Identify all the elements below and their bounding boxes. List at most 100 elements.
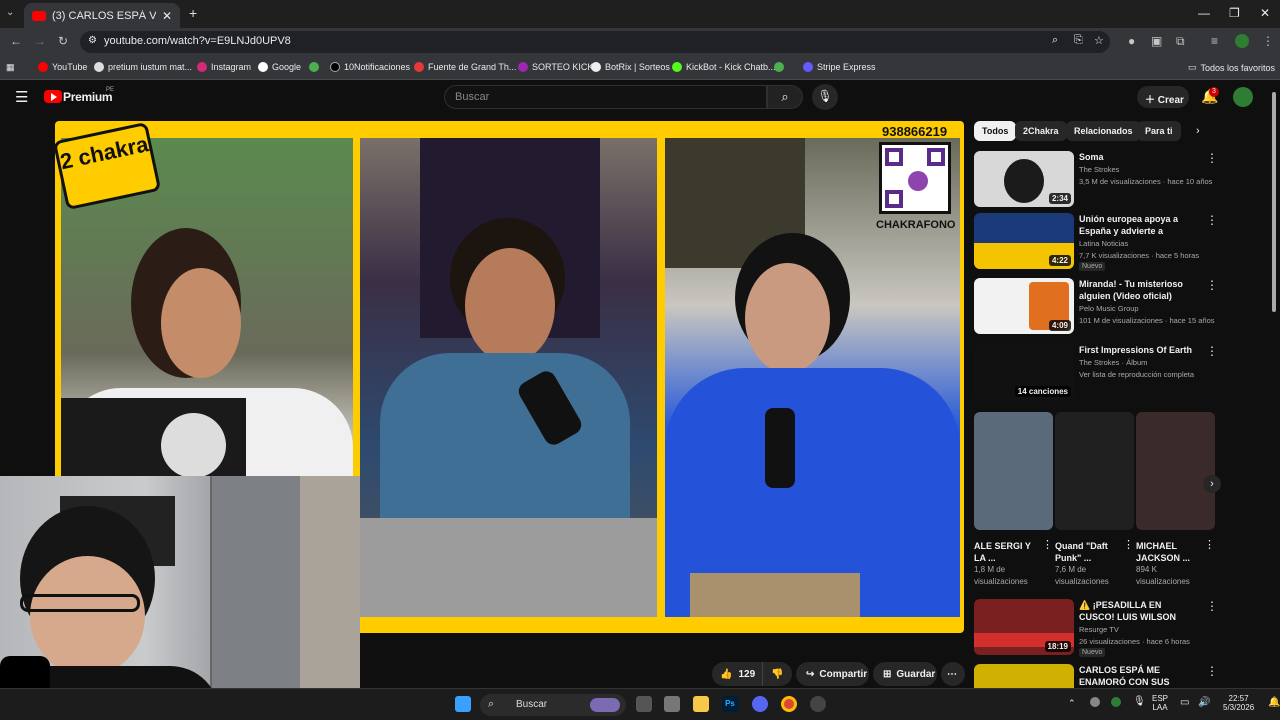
browser-tab[interactable]: (3) CARLOS ESPÁ VUELVE A #2C ✕ bbox=[24, 3, 180, 28]
video-title[interactable]: Miranda! - Tu misterioso alguien (Video … bbox=[1079, 278, 1199, 302]
video-title[interactable]: CARLOS ESPÁ ME ENAMORÓ CON SUS PROPUESTA… bbox=[1079, 664, 1199, 688]
short-title[interactable]: MICHAEL JACKSON ... bbox=[1136, 540, 1198, 564]
like-button[interactable]: 👍 129 bbox=[712, 662, 762, 686]
close-window-icon[interactable]: ✕ bbox=[1260, 6, 1270, 20]
short-title[interactable]: Quand "Daft Punk" ... bbox=[1055, 540, 1117, 564]
chip-relacionados[interactable]: Relacionados bbox=[1066, 121, 1141, 141]
playlist-item[interactable]: 14 canciones First Impressions Of Earth … bbox=[974, 344, 1220, 400]
short-options-icon[interactable]: ⋮ bbox=[1204, 538, 1215, 551]
save-button[interactable]: ⊞ Guardar bbox=[873, 662, 937, 686]
shorts-next-icon[interactable]: › bbox=[1203, 475, 1221, 493]
create-button[interactable]: ＋ Crear bbox=[1137, 86, 1189, 108]
bookmark-kickbot[interactable]: KickBot - Kick Chatb... bbox=[672, 62, 776, 72]
dislike-button[interactable]: 👎 bbox=[762, 662, 792, 686]
bookmark-stripe[interactable]: Stripe Express bbox=[803, 62, 876, 72]
bookmark-star-icon[interactable]: ☆ bbox=[1094, 34, 1104, 47]
bookmark-fuente[interactable]: Fuente de Grand Th... bbox=[414, 62, 516, 72]
all-bookmarks-folder[interactable]: ▭ Todos los favoritos bbox=[1188, 62, 1275, 73]
clock[interactable]: 22:57 5/3/2026 bbox=[1223, 694, 1254, 712]
restore-icon[interactable]: ❐ bbox=[1229, 6, 1240, 20]
bookmark-instagram[interactable]: Instagram bbox=[197, 62, 251, 72]
profile-avatar[interactable] bbox=[1235, 34, 1249, 48]
chrome-menu-icon[interactable]: ⋮ bbox=[1262, 34, 1274, 48]
chip-todos[interactable]: Todos bbox=[974, 121, 1017, 141]
video-options-icon[interactable]: ⋮ bbox=[1206, 344, 1218, 358]
video-title[interactable]: ⚠️ ¡PESADILLA EN CUSCO! LUIS WILSON EXPO… bbox=[1079, 599, 1199, 623]
search-input[interactable]: Buscar bbox=[444, 85, 767, 109]
bookmark-ten[interactable] bbox=[774, 62, 788, 72]
apps-icon[interactable]: ▦ bbox=[6, 62, 15, 73]
channel-name[interactable]: The Strokes bbox=[1079, 165, 1119, 174]
notification-center-icon[interactable]: 🔔 bbox=[1268, 697, 1280, 708]
tray-overflow-icon[interactable]: ⌃ bbox=[1068, 698, 1076, 709]
video-title[interactable]: Soma bbox=[1079, 151, 1199, 163]
channel-name[interactable]: The Strokes · Álbum bbox=[1079, 358, 1147, 367]
chrome-icon[interactable] bbox=[781, 696, 797, 712]
new-tab-button[interactable]: + bbox=[189, 5, 197, 21]
video-options-icon[interactable]: ⋮ bbox=[1206, 664, 1218, 678]
video-options-icon[interactable]: ⋮ bbox=[1206, 599, 1218, 613]
short-thumbnail[interactable] bbox=[974, 412, 1053, 530]
playlist-link[interactable]: Ver lista de reproducción completa bbox=[1079, 370, 1194, 379]
minimize-icon[interactable]: — bbox=[1198, 6, 1210, 20]
short-item[interactable]: ALE SERGI Y LA ... 1,8 M de visualizacio… bbox=[974, 412, 1053, 588]
page-scrollbar[interactable] bbox=[1271, 86, 1277, 676]
voice-search-button[interactable]: 🎙 bbox=[812, 84, 838, 110]
bookmark-x-notifications[interactable]: 10Notificaciones bbox=[330, 62, 410, 72]
extensions-puzzle-icon[interactable]: ▣ bbox=[1151, 34, 1162, 48]
channel-name[interactable]: Resurge TV bbox=[1079, 625, 1119, 634]
channel-name[interactable]: Pelo Music Group bbox=[1079, 304, 1139, 313]
short-options-icon[interactable]: ⋮ bbox=[1042, 538, 1053, 551]
account-avatar[interactable] bbox=[1233, 87, 1253, 107]
video-title[interactable]: Unión europea apoya a España y advierte … bbox=[1079, 213, 1199, 237]
short-options-icon[interactable]: ⋮ bbox=[1123, 538, 1134, 551]
bookmark-youtube[interactable]: YouTube bbox=[38, 62, 87, 72]
video-thumbnail[interactable]: 4:09 bbox=[974, 278, 1074, 334]
video-options-icon[interactable]: ⋮ bbox=[1206, 278, 1218, 292]
hamburger-menu-icon[interactable]: ☰ bbox=[15, 88, 28, 106]
back-icon[interactable]: ← bbox=[10, 34, 22, 48]
playlist-thumbnail[interactable]: 14 canciones bbox=[974, 344, 1074, 400]
tray-app-icon[interactable] bbox=[1090, 697, 1100, 707]
recommendation-item[interactable]: 18:19 ⚠️ ¡PESADILLA EN CUSCO! LUIS WILSO… bbox=[974, 599, 1220, 657]
extensions-menu-icon[interactable]: ⧉ bbox=[1176, 34, 1185, 49]
volume-icon[interactable]: 🔊 bbox=[1198, 697, 1210, 708]
short-item[interactable]: Quand "Daft Punk" ... 7,6 M de visualiza… bbox=[1055, 412, 1134, 588]
channel-name[interactable]: Latina Noticias bbox=[1079, 239, 1128, 248]
windows-start-icon[interactable] bbox=[455, 696, 471, 712]
short-title[interactable]: ALE SERGI Y LA ... bbox=[974, 540, 1036, 564]
more-actions-button[interactable]: ⋯ bbox=[941, 662, 965, 686]
file-explorer-icon[interactable] bbox=[693, 696, 709, 712]
network-icon[interactable]: ▭ bbox=[1180, 697, 1189, 708]
reload-icon[interactable]: ↻ bbox=[58, 34, 68, 48]
bookmark-pretium[interactable]: pretium iustum mat... bbox=[94, 62, 192, 72]
video-thumbnail[interactable]: 2:34 bbox=[974, 151, 1074, 207]
task-view-icon[interactable] bbox=[636, 696, 652, 712]
tab-search-list-icon[interactable]: ≡ bbox=[1211, 34, 1218, 48]
site-info-icon[interactable]: ⚙ bbox=[88, 35, 97, 46]
tray-app-icon[interactable] bbox=[1111, 697, 1121, 707]
close-tab-icon[interactable]: ✕ bbox=[162, 9, 172, 23]
taskbar-search[interactable]: ⌕ Buscar bbox=[480, 694, 626, 716]
photoshop-icon[interactable]: Ps bbox=[722, 696, 738, 712]
bookmark-unnamed[interactable] bbox=[309, 62, 323, 72]
extension-icon[interactable]: ● bbox=[1128, 34, 1135, 48]
microphone-tray-icon[interactable]: 🎙 bbox=[1133, 696, 1146, 707]
short-item[interactable]: MICHAEL JACKSON ... 894 K visualizacione… bbox=[1136, 412, 1215, 588]
chip-2chakra[interactable]: 2Chakra bbox=[1015, 121, 1067, 141]
video-options-icon[interactable]: ⋮ bbox=[1206, 213, 1218, 227]
bookmark-google[interactable]: Google bbox=[258, 62, 301, 72]
zoom-icon[interactable]: ⌕ bbox=[1052, 34, 1058, 47]
install-icon[interactable]: ⎘ bbox=[1074, 34, 1083, 47]
address-bar[interactable]: ⚙ youtube.com/watch?v=E9LNJd0UPV8 ⌕ ⎘ ☆ bbox=[80, 31, 1110, 53]
chips-next-icon[interactable]: › bbox=[1196, 125, 1200, 137]
playlist-title[interactable]: First Impressions Of Earth bbox=[1079, 344, 1199, 356]
share-button[interactable]: ↪ Compartir bbox=[796, 662, 869, 686]
recommendation-item[interactable]: 4:09 Miranda! - Tu misterioso alguien (V… bbox=[974, 278, 1220, 334]
scrollbar-thumb[interactable] bbox=[1272, 92, 1276, 312]
search-button[interactable]: ⌕ bbox=[767, 85, 803, 109]
recommendation-item[interactable]: 4:22 Unión europea apoya a España y advi… bbox=[974, 213, 1220, 271]
bookmark-botrix[interactable]: BotRix | Sorteos bbox=[591, 62, 670, 72]
video-options-icon[interactable]: ⋮ bbox=[1206, 151, 1218, 165]
youtube-logo-text[interactable]: Premium bbox=[63, 90, 113, 104]
